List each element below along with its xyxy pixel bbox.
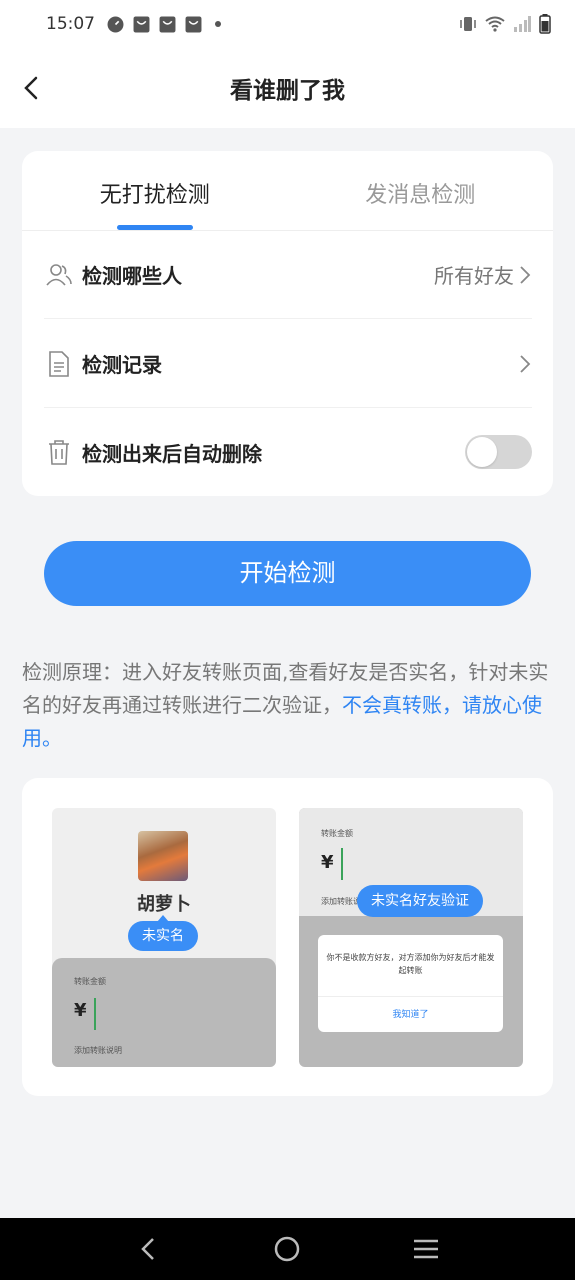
page-title: 看谁删了我 xyxy=(230,78,345,104)
chevron-right-icon xyxy=(520,265,531,284)
shopping-bag-icon xyxy=(185,16,202,32)
detect-who-label: 检测哪些人 xyxy=(82,264,182,288)
input-cursor xyxy=(341,848,343,880)
detect-who-value: 所有好友 xyxy=(434,264,514,288)
input-cursor xyxy=(94,998,96,1030)
auto-delete-label: 检测出来后自动删除 xyxy=(82,441,262,466)
amount-label: 转账金额 xyxy=(74,977,106,986)
tab-message-detection[interactable]: 发消息检测 xyxy=(288,151,554,230)
currency-symbol: ¥ xyxy=(321,852,334,873)
friend-avatar xyxy=(138,831,188,881)
detection-mode-tabs: 无打扰检测 发消息检测 xyxy=(22,151,553,231)
back-arrow-icon[interactable] xyxy=(18,70,46,106)
active-tab-indicator xyxy=(116,225,193,230)
detect-who-row[interactable]: 检测哪些人 所有好友 xyxy=(44,231,532,319)
tab-label: 无打扰检测 xyxy=(99,183,210,208)
chevron-right-icon xyxy=(520,354,531,373)
shopping-bag-icon xyxy=(159,16,176,32)
verify-badge: 未实名好友验证 xyxy=(357,885,483,917)
speed-icon xyxy=(107,16,124,32)
trash-icon xyxy=(49,440,69,465)
vibrate-icon xyxy=(460,17,476,31)
top-nav-bar: 看谁删了我 xyxy=(0,48,575,128)
illustration-verify-page: 转账金额 ¥ 添加转账说 未实名好友验证 你不是收款方好友，对方添加你为好友后才… xyxy=(299,808,523,1067)
friend-name: 胡萝卜 xyxy=(137,894,191,915)
tab-silent-detection[interactable]: 无打扰检测 xyxy=(22,151,288,230)
contacts-icon xyxy=(46,263,72,286)
transfer-note: 添加转账说明 xyxy=(74,1046,122,1055)
shopping-bag-icon xyxy=(133,16,150,32)
illustration-transfer-page: 胡萝卜 未实名 转账金额 ¥ 添加转账说明 xyxy=(52,808,276,1067)
detection-principle-text: 检测原理：进入好友转账页面,查看好友是否实名，针对未实名的好友再通过转账进行二次… xyxy=(22,656,558,755)
detection-settings-card: 无打扰检测 发消息检测 检测哪些人 所有好友 检测记录 检测出来后自动删除 xyxy=(22,151,553,496)
dialog-ok-button: 我知道了 xyxy=(318,996,503,1032)
start-detection-button[interactable]: 开始检测 xyxy=(44,541,531,606)
detection-records-label: 检测记录 xyxy=(82,353,162,377)
not-friend-dialog: 你不是收款方好友，对方添加你为好友后才能发起转账 我知道了 xyxy=(318,935,503,1032)
system-back-icon[interactable] xyxy=(133,1233,165,1265)
auto-delete-row: 检测出来后自动删除 xyxy=(44,408,532,496)
tab-label: 发消息检测 xyxy=(365,183,476,208)
more-notifications-dot xyxy=(215,21,221,27)
dialog-message: 你不是收款方好友，对方添加你为好友后才能发起转账 xyxy=(326,953,495,975)
wifi-icon xyxy=(485,16,505,32)
system-nav-bar xyxy=(0,1218,575,1280)
signal-icon xyxy=(514,16,531,32)
illustration-card: 胡萝卜 未实名 转账金额 ¥ 添加转账说明 转账金额 ¥ 添加转账说 未实名好友… xyxy=(22,778,553,1096)
auto-delete-toggle[interactable] xyxy=(465,435,532,469)
currency-symbol: ¥ xyxy=(74,1000,87,1021)
transfer-note: 添加转账说 xyxy=(321,897,361,906)
detection-records-row[interactable]: 检测记录 xyxy=(44,320,532,408)
system-home-icon[interactable] xyxy=(271,1233,303,1265)
transfer-panel: 转账金额 ¥ 添加转账说明 xyxy=(52,958,276,1067)
document-icon xyxy=(49,350,69,377)
status-bar: 15:07 xyxy=(0,0,575,48)
battery-icon xyxy=(539,14,551,34)
toggle-knob xyxy=(467,437,497,467)
amount-label: 转账金额 xyxy=(321,829,353,838)
unverified-badge: 未实名 xyxy=(128,921,198,951)
system-menu-icon[interactable] xyxy=(410,1233,442,1265)
status-time: 15:07 xyxy=(46,14,95,34)
